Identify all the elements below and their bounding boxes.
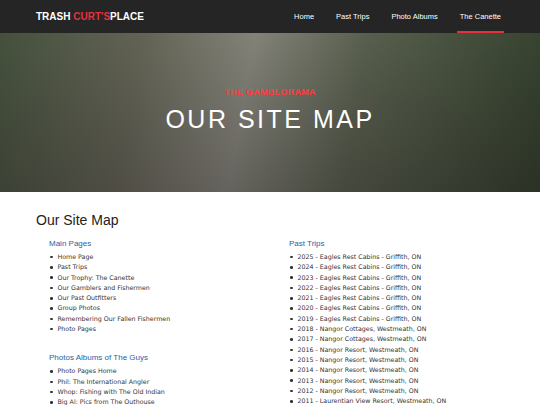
sitemap-link[interactable]: 2014 - Nangor Resort, Westmeath, ON (289, 365, 504, 375)
top-bar: TRASH CURT'SPLACE Home Past Trips Photo Alb… (0, 0, 540, 33)
nav-link[interactable]: The Canette (457, 0, 504, 33)
sitemap-columns: Main PagesHome PagePast TripsOur Trophy:… (36, 238, 504, 405)
sitemap-link[interactable]: Remembering Our Fallen Fishermen (49, 314, 289, 324)
hero-kicker: THE GAMBLORAMA (224, 87, 316, 97)
sitemap-link[interactable]: 2012 - Nangor Resort, Westmeath, ON (289, 386, 504, 396)
sitemap-link[interactable]: Group Photos (49, 303, 289, 313)
section-heading: Photos Albums of The Guys (49, 352, 289, 363)
sitemap-link[interactable]: 2017 - Nangor Cottages, Westmeath, ON (289, 334, 504, 344)
nav-link[interactable]: Past Trips (333, 0, 372, 33)
sitemap-link[interactable]: Big Al: Pics from The Outhouse (49, 397, 289, 405)
link-list: Home PagePast TripsOur Trophy: The Canet… (49, 252, 289, 334)
sitemap-link[interactable]: Our Past Outfitters (49, 293, 289, 303)
page: TRASH CURT'SPLACE Home Past Trips Photo Alb… (0, 0, 540, 405)
link-list: Photo Pages HomePhil: The International … (49, 366, 289, 405)
sitemap-link[interactable]: Home Page (49, 252, 289, 262)
sitemap-section: Main Pages Home PagePast TripsOur Trophy:… (49, 238, 289, 334)
nav-link[interactable]: Photo Albums (388, 0, 440, 33)
main-nav: Home Past Trips Photo Albums The Canette (291, 0, 504, 33)
section-heading: Main Pages (49, 238, 289, 249)
section-heading: Past Trips (289, 238, 504, 249)
sitemap-link[interactable]: 2016 - Nangor Resort, Westmeath, ON (289, 345, 504, 355)
sitemap-column: Past Trips 2025 - Eagles Rest Cabins - Gr… (289, 238, 504, 405)
sitemap-link[interactable]: Phil: The International Angler (49, 377, 289, 387)
link-list: 2025 - Eagles Rest Cabins - Griffith, ON… (289, 252, 504, 405)
sitemap-link[interactable]: 2024 - Eagles Rest Cabins - Griffith, ON (289, 262, 504, 272)
sitemap-link[interactable]: Our Gamblers and Fishermen (49, 283, 289, 293)
site-logo[interactable]: TRASH CURT'SPLACE (36, 0, 144, 33)
sitemap-link[interactable]: Past Trips (49, 262, 289, 272)
sitemap-title: Our Site Map (36, 211, 504, 229)
sitemap-link[interactable]: Photo Pages Home (49, 366, 289, 376)
sitemap-section: Photos Albums of The Guys Photo Pages Hom… (49, 352, 289, 405)
sitemap-link[interactable]: Photo Pages (49, 324, 289, 334)
sitemap-column: Main Pages Home PagePast TripsOur Trophy:… (49, 238, 289, 405)
sitemap-section: Past Trips 2025 - Eagles Rest Cabins - Gr… (289, 238, 504, 405)
sitemap-link[interactable]: Whop: Fishing with The Old Indian (49, 387, 289, 397)
sitemap: Our Site Map Main Pages Home PagePast Trip… (0, 192, 540, 405)
sitemap-link[interactable]: 2011 - Laurentian View Resort, Westmeath… (289, 396, 504, 405)
sitemap-link[interactable]: 2022 - Eagles Rest Cabins - Griffith, ON (289, 283, 504, 293)
sitemap-link[interactable]: 2020 - Eagles Rest Cabins - Griffith, ON (289, 303, 504, 313)
sitemap-link[interactable]: 2021 - Eagles Rest Cabins - Griffith, ON (289, 293, 504, 303)
hero-title: OUR SITE MAP (165, 105, 374, 134)
sitemap-link[interactable]: 2018 - Nangor Cottages, Westmeath, ON (289, 324, 504, 334)
sitemap-link[interactable]: 2013 - Nangor Resort, Westmeath, ON (289, 376, 504, 386)
sitemap-link[interactable]: Our Trophy: The Canette (49, 273, 289, 283)
logo-text: CURT'S (73, 11, 110, 22)
sitemap-link[interactable]: 2023 - Eagles Rest Cabins - Griffith, ON (289, 273, 504, 283)
logo-text: PLACE (110, 11, 144, 22)
hero-banner: THE GAMBLORAMA OUR SITE MAP (0, 33, 540, 192)
logo-text: TRASH (36, 11, 73, 22)
nav-link[interactable]: Home (291, 0, 317, 33)
sitemap-link[interactable]: 2025 - Eagles Rest Cabins - Griffith, ON (289, 252, 504, 262)
sitemap-link[interactable]: 2019 - Eagles Rest Cabins - Griffith, ON (289, 314, 504, 324)
sitemap-link[interactable]: 2015 - Nangor Resort, Westmeath, ON (289, 355, 504, 365)
